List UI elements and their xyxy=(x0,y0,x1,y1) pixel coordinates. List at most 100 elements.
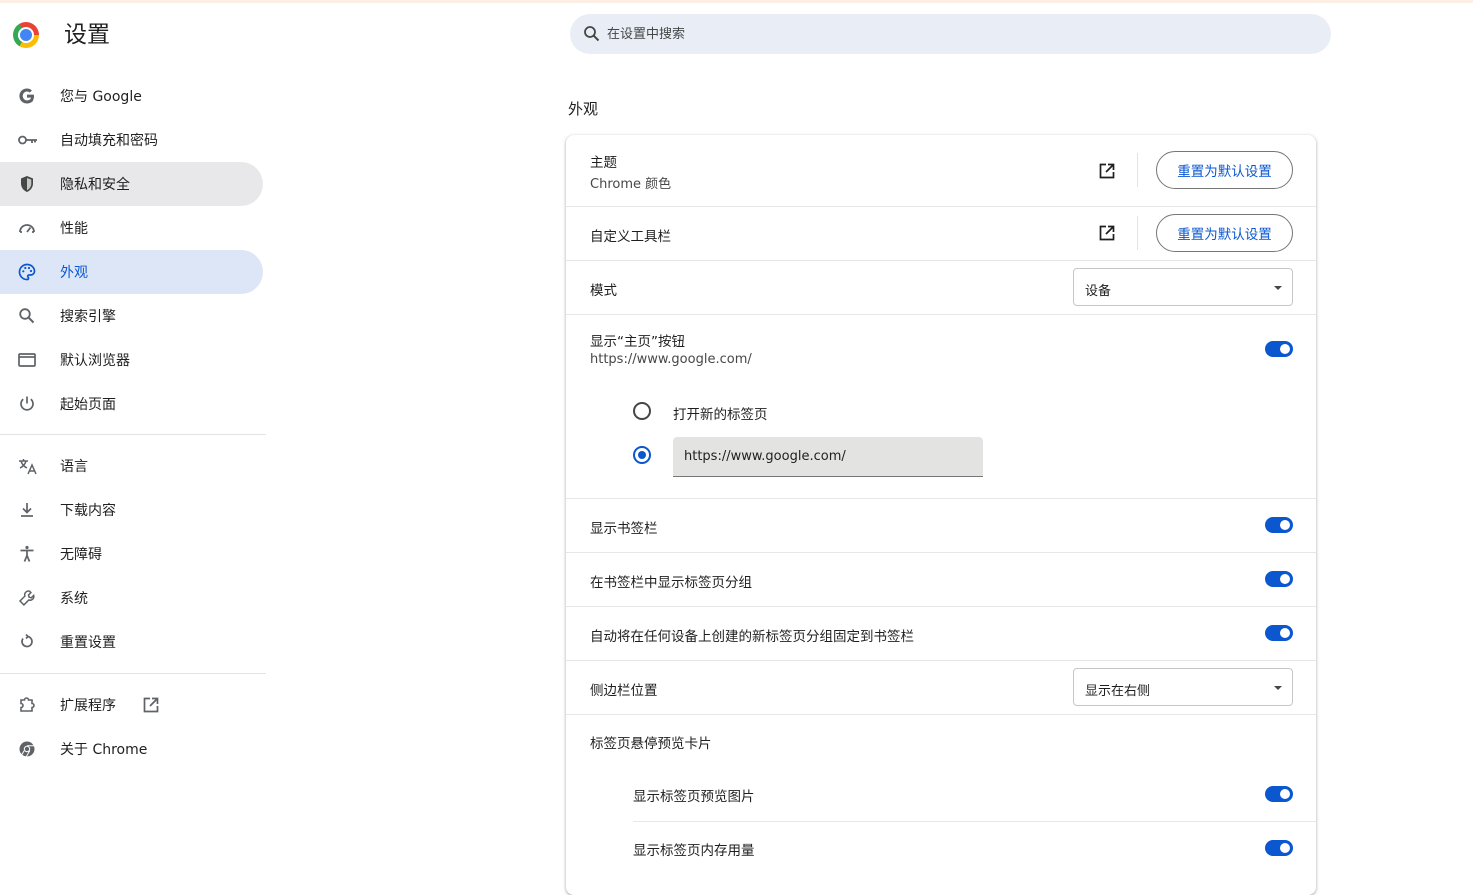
sidebar-divider xyxy=(0,434,266,435)
sidebar-item-label: 重置设置 xyxy=(60,635,116,651)
chevron-down-icon xyxy=(1274,286,1282,290)
toolbar-label: 自定义工具栏 xyxy=(590,229,671,245)
theme-row: 主题 Chrome 颜色 重置为默认设置 xyxy=(566,135,1316,206)
sidebar-item-label: 系统 xyxy=(60,591,88,607)
key-icon xyxy=(17,130,37,150)
home-button-row: 显示“主页”按钮 https://www.google.com/ 打开新的标签页 xyxy=(566,315,1316,498)
shield-icon xyxy=(17,174,37,194)
bookmarks-bar-toggle[interactable] xyxy=(1265,517,1293,533)
hover-card-label: 标签页悬停预览卡片 xyxy=(590,736,712,752)
home-button-toggle[interactable] xyxy=(1265,341,1293,357)
download-icon xyxy=(17,500,37,520)
accessibility-icon xyxy=(17,544,37,564)
new-tab-radio[interactable] xyxy=(633,402,651,420)
mode-selected-value: 设备 xyxy=(1085,284,1112,299)
sidebar-item-label: 无障碍 xyxy=(60,547,102,563)
auto-pin-toggle[interactable] xyxy=(1265,625,1293,641)
sidebar-item-privacy[interactable]: 隐私和安全 xyxy=(0,162,263,206)
memory-usage-toggle[interactable] xyxy=(1265,840,1293,856)
mode-select[interactable]: 设备 xyxy=(1073,268,1293,306)
puzzle-icon xyxy=(17,695,37,715)
preview-images-label: 显示标签页预览图片 xyxy=(633,789,755,805)
sidebar-item-label: 语言 xyxy=(60,459,88,475)
home-button-label: 显示“主页”按钮 xyxy=(590,334,685,350)
new-tab-option-label: 打开新的标签页 xyxy=(673,407,768,423)
chrome-icon xyxy=(17,739,37,759)
theme-label: 主题 xyxy=(590,155,617,171)
external-link-icon xyxy=(141,695,161,715)
page-title: 设置 xyxy=(64,22,110,48)
sidebar-item-label: 扩展程序 xyxy=(60,698,116,714)
side-panel-selected-value: 显示在右侧 xyxy=(1085,684,1151,699)
sidebar-item-search-engine[interactable]: 搜索引擎 xyxy=(0,294,263,338)
sidebar-item-label: 起始页面 xyxy=(60,397,116,413)
sidebar-item-label: 自动填充和密码 xyxy=(60,133,158,149)
sidebar-item-label: 您与 Google xyxy=(60,89,142,105)
speedometer-icon xyxy=(17,218,37,238)
search-input[interactable] xyxy=(607,14,1307,54)
google-g-icon xyxy=(17,86,37,106)
side-panel-select[interactable]: 显示在右侧 xyxy=(1073,668,1293,706)
theme-reset-button[interactable]: 重置为默认设置 xyxy=(1156,151,1293,189)
custom-url-input[interactable] xyxy=(673,437,983,477)
sidebar-item-label: 搜索引擎 xyxy=(60,309,116,325)
side-panel-row: 侧边栏位置 显示在右侧 xyxy=(566,661,1316,714)
reset-icon xyxy=(17,632,37,652)
mode-row: 模式 设备 xyxy=(566,261,1316,314)
sidebar-item-label: 默认浏览器 xyxy=(60,353,130,369)
tab-groups-label: 在书签栏中显示标签页分组 xyxy=(590,575,752,591)
chevron-down-icon xyxy=(1274,686,1282,690)
sidebar-item-label: 关于 Chrome xyxy=(60,742,148,758)
browser-window-icon xyxy=(17,350,37,370)
settings-sidebar: 设置 您与 Google 自动填充和密码 隐私和安全 性能 外观 搜索引擎 默认… xyxy=(0,0,266,878)
sidebar-item-label: 下载内容 xyxy=(60,503,116,519)
translate-icon xyxy=(17,456,37,476)
sidebar-item-label: 性能 xyxy=(60,221,88,237)
settings-search-box[interactable] xyxy=(570,14,1331,54)
hover-card-section: 标签页悬停预览卡片 显示标签页预览图片 显示标签页内存用量 xyxy=(566,715,1316,895)
theme-value: Chrome 颜色 xyxy=(590,177,672,192)
sidebar-item-reset[interactable]: 重置设置 xyxy=(0,620,263,664)
chrome-logo-icon xyxy=(13,22,39,48)
tab-groups-row: 在书签栏中显示标签页分组 xyxy=(566,553,1316,606)
toolbar-row: 自定义工具栏 重置为默认设置 xyxy=(566,207,1316,260)
vertical-divider xyxy=(1137,153,1138,187)
toolbar-reset-button[interactable]: 重置为默认设置 xyxy=(1156,214,1293,252)
sidebar-item-accessibility[interactable]: 无障碍 xyxy=(0,532,263,576)
memory-usage-label: 显示标签页内存用量 xyxy=(633,843,755,859)
mode-label: 模式 xyxy=(590,283,617,299)
tab-groups-toggle[interactable] xyxy=(1265,571,1293,587)
sidebar-item-appearance[interactable]: 外观 xyxy=(0,250,263,294)
sidebar-item-label: 外观 xyxy=(60,265,88,281)
preview-images-toggle[interactable] xyxy=(1265,786,1293,802)
settings-header xyxy=(13,21,39,49)
section-title-appearance: 外观 xyxy=(568,100,599,118)
sidebar-item-about-chrome[interactable]: 关于 Chrome xyxy=(0,727,263,771)
appearance-card: 主题 Chrome 颜色 重置为默认设置 自定义工具栏 重置为默认设置 模式 设… xyxy=(566,135,1316,895)
power-icon xyxy=(17,394,37,414)
sidebar-item-label: 隐私和安全 xyxy=(60,177,130,193)
side-panel-label: 侧边栏位置 xyxy=(590,683,658,699)
sidebar-item-on-startup[interactable]: 起始页面 xyxy=(0,382,263,426)
sidebar-item-default-browser[interactable]: 默认浏览器 xyxy=(0,338,263,382)
wrench-icon xyxy=(17,588,37,608)
sidebar-item-autofill[interactable]: 自动填充和密码 xyxy=(0,118,263,162)
sidebar-item-system[interactable]: 系统 xyxy=(0,576,263,620)
home-button-url: https://www.google.com/ xyxy=(590,352,752,367)
sidebar-item-extensions[interactable]: 扩展程序 xyxy=(0,683,263,727)
sidebar-item-languages[interactable]: 语言 xyxy=(0,444,263,488)
sidebar-item-you-and-google[interactable]: 您与 Google xyxy=(0,74,263,118)
external-link-icon[interactable] xyxy=(1097,223,1117,243)
sidebar-item-downloads[interactable]: 下载内容 xyxy=(0,488,263,532)
auto-pin-row: 自动将在任何设备上创建的新标签页分组固定到书签栏 xyxy=(566,607,1316,660)
auto-pin-label: 自动将在任何设备上创建的新标签页分组固定到书签栏 xyxy=(590,629,914,645)
row-divider xyxy=(633,821,1316,822)
external-link-icon[interactable] xyxy=(1097,161,1117,181)
palette-icon xyxy=(17,262,37,282)
search-icon xyxy=(17,306,37,326)
bookmarks-bar-label: 显示书签栏 xyxy=(590,521,658,537)
sidebar-item-performance[interactable]: 性能 xyxy=(0,206,263,250)
bookmarks-bar-row: 显示书签栏 xyxy=(566,499,1316,552)
search-icon xyxy=(582,24,602,44)
custom-url-radio[interactable] xyxy=(633,446,651,464)
